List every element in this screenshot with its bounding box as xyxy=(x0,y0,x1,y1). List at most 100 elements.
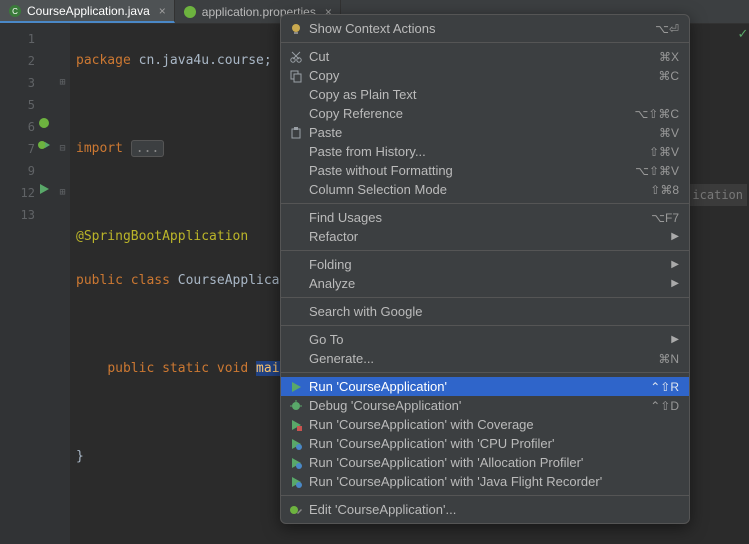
menu-item[interactable]: Search with Google xyxy=(281,302,689,321)
menu-item[interactable]: Copy⌘C xyxy=(281,66,689,85)
keyword: class xyxy=(131,273,170,288)
menu-item[interactable]: Paste from History...⇧⌘V xyxy=(281,142,689,161)
menu-item-shortcut: ⌥⇧⌘V xyxy=(635,164,679,178)
blank-icon xyxy=(287,163,305,179)
blank-icon xyxy=(287,257,305,273)
fold-toggle[interactable]: ⊞ xyxy=(55,72,70,94)
blank-icon xyxy=(287,276,305,292)
menu-item-label: Folding xyxy=(309,257,671,272)
spring-run-arrow-icon[interactable] xyxy=(37,138,51,152)
menu-item[interactable]: Copy Reference ⌥⇧⌘C xyxy=(281,104,689,123)
menu-item-label: Paste xyxy=(309,125,649,140)
fold-toggle[interactable]: ⊞ xyxy=(55,182,70,204)
keyword: public xyxy=(76,273,123,288)
line-number: 13 xyxy=(0,204,35,226)
submenu-arrow-icon: ▶ xyxy=(671,334,679,345)
menu-item-shortcut: ⌃⇧D xyxy=(650,399,679,413)
menu-item[interactable]: Run 'CourseApplication' with 'Java Fligh… xyxy=(281,472,689,491)
alloc-icon xyxy=(287,455,305,471)
menu-item[interactable]: Run 'CourseApplication' with 'CPU Profil… xyxy=(281,434,689,453)
line-number: 9 xyxy=(0,160,35,182)
tab-label: CourseApplication.java xyxy=(27,4,150,18)
menu-item-shortcut: ⇧⌘8 xyxy=(650,183,679,197)
run-arrow-icon[interactable] xyxy=(37,182,51,196)
menu-item[interactable]: Refactor▶ xyxy=(281,227,689,246)
menu-item[interactable]: Copy as Plain Text xyxy=(281,85,689,104)
menu-item-label: Copy as Plain Text xyxy=(309,87,669,102)
menu-item[interactable]: Debug 'CourseApplication'⌃⇧D xyxy=(281,396,689,415)
paste-icon xyxy=(287,125,305,141)
menu-item[interactable]: Find Usages⌥F7 xyxy=(281,208,689,227)
menu-separator xyxy=(281,325,689,326)
copy-icon xyxy=(287,68,305,84)
menu-item-label: Refactor xyxy=(309,229,671,244)
menu-item-shortcut: ⇧⌘V xyxy=(649,145,679,159)
menu-item-label: Search with Google xyxy=(309,304,669,319)
bulb-icon xyxy=(287,21,305,37)
menu-item-label: Copy xyxy=(309,68,648,83)
menu-item[interactable]: Analyze▶ xyxy=(281,274,689,293)
line-number: 5 xyxy=(0,94,35,116)
menu-item[interactable]: Column Selection Mode⇧⌘8 xyxy=(281,180,689,199)
menu-item[interactable]: Generate...⌘N xyxy=(281,349,689,368)
profiler-icon xyxy=(287,436,305,452)
menu-item-shortcut: ⌘X xyxy=(659,50,679,64)
editor-context-menu: Show Context Actions ⌥⏎ Cut⌘XCopy⌘C Copy as… xyxy=(280,14,690,524)
tab-course-application[interactable]: C CourseApplication.java × xyxy=(0,0,175,23)
code-text: cn.java4u.course; xyxy=(131,53,272,68)
menu-item[interactable]: Run 'CourseApplication' with 'Allocation… xyxy=(281,453,689,472)
menu-item-label: Go To xyxy=(309,332,671,347)
blank-icon xyxy=(287,332,305,348)
menu-item-label: Copy Reference xyxy=(309,106,624,121)
submenu-arrow-icon: ▶ xyxy=(671,278,679,289)
menu-item-label: Run 'CourseApplication' with 'CPU Profil… xyxy=(309,436,669,451)
menu-item-shortcut: ⌥⏎ xyxy=(655,22,679,36)
menu-separator xyxy=(281,250,689,251)
menu-item-shortcut: ⌘V xyxy=(659,126,679,140)
menu-item-shortcut: ⌃⇧R xyxy=(650,380,679,394)
menu-item[interactable]: Show Context Actions ⌥⏎ xyxy=(281,19,689,38)
line-number: 1 xyxy=(0,28,35,50)
run-icon xyxy=(287,379,305,395)
fold-gutter: ⊞ ⊟ ⊞ xyxy=(55,24,70,544)
menu-item[interactable]: Paste ⌘V xyxy=(281,123,689,142)
menu-separator xyxy=(281,495,689,496)
menu-item[interactable]: Go To▶ xyxy=(281,330,689,349)
line-number: 2 xyxy=(0,50,35,72)
menu-item-label: Run 'CourseApplication' xyxy=(309,379,640,394)
menu-item[interactable]: Cut⌘X xyxy=(281,47,689,66)
annotation: @SpringBootApplication xyxy=(76,229,248,244)
line-number: 12 xyxy=(0,182,35,204)
menu-item-label: Run 'CourseApplication' with Coverage xyxy=(309,417,669,432)
menu-item-shortcut: ⌥⇧⌘C xyxy=(634,107,679,121)
menu-item[interactable]: Run 'CourseApplication' with Coverage xyxy=(281,415,689,434)
menu-item[interactable]: Paste without Formatting⌥⇧⌘V xyxy=(281,161,689,180)
menu-item-label: Run 'CourseApplication' with 'Allocation… xyxy=(309,455,669,470)
spring-run-icon[interactable] xyxy=(37,116,51,130)
jfr-icon xyxy=(287,474,305,490)
folded-region[interactable]: ... xyxy=(131,140,164,157)
blank-icon xyxy=(287,182,305,198)
cut-icon xyxy=(287,49,305,65)
line-number: 6 xyxy=(0,116,35,138)
java-class-icon: C xyxy=(8,4,22,18)
menu-item[interactable]: Run 'CourseApplication' ⌃⇧R xyxy=(281,377,689,396)
menu-item-label: Find Usages xyxy=(309,210,641,225)
menu-item-label: Analyze xyxy=(309,276,671,291)
menu-item[interactable]: Edit 'CourseApplication'... xyxy=(281,500,689,519)
menu-item-label: Show Context Actions xyxy=(309,21,645,36)
submenu-arrow-icon: ▶ xyxy=(671,259,679,270)
blank-icon xyxy=(287,229,305,245)
inspection-marker[interactable]: ✓ xyxy=(737,24,749,44)
blank-icon xyxy=(287,87,305,103)
blank-icon xyxy=(287,304,305,320)
close-icon[interactable]: × xyxy=(159,4,166,18)
keyword: import xyxy=(76,141,123,156)
submenu-arrow-icon: ▶ xyxy=(671,231,679,242)
menu-item-label: Generate... xyxy=(309,351,648,366)
menu-item-label: Run 'CourseApplication' with 'Java Fligh… xyxy=(309,474,669,489)
fold-toggle[interactable]: ⊟ xyxy=(55,138,70,160)
blank-icon xyxy=(287,144,305,160)
menu-item[interactable]: Folding▶ xyxy=(281,255,689,274)
menu-separator xyxy=(281,203,689,204)
